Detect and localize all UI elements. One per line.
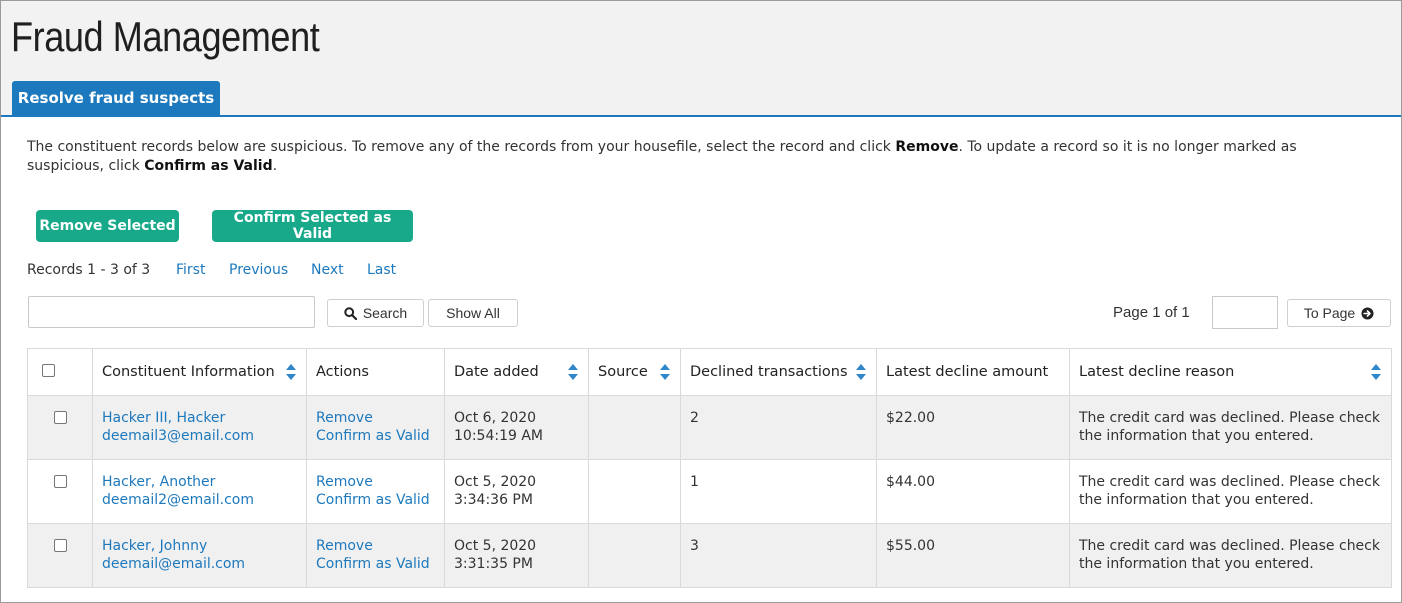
confirm-valid-link[interactable]: Confirm as Valid — [316, 555, 435, 573]
header-constituent[interactable]: Constituent Information — [92, 348, 307, 396]
page-title: Fraud Management — [11, 13, 320, 60]
pager-last-link[interactable]: Last — [367, 262, 396, 278]
app-frame: Fraud Management Resolve fraud suspects … — [0, 0, 1402, 603]
confirm-valid-link[interactable]: Confirm as Valid — [316, 491, 435, 509]
to-page-button[interactable]: To Page — [1287, 299, 1391, 327]
header-date-added[interactable]: Date added — [444, 348, 589, 396]
constituent-cell: Hacker, Another deemail2@email.com — [92, 459, 307, 524]
actions-cell: Remove Confirm as Valid — [306, 395, 445, 460]
search-input[interactable] — [28, 296, 315, 328]
row-checkbox[interactable] — [54, 539, 67, 552]
row-select-cell — [27, 459, 93, 524]
fraud-suspects-table: Constituent Information Actions Date add… — [27, 348, 1392, 588]
date-text: Oct 5, 2020 — [454, 538, 537, 554]
header-declined-transactions[interactable]: Declined transactions — [680, 348, 877, 396]
intro-text: The constituent records below are suspic… — [27, 138, 1377, 176]
constituent-email-link[interactable]: deemail3@email.com — [102, 427, 297, 445]
decline-amount-cell: $44.00 — [876, 459, 1070, 524]
source-cell — [588, 459, 681, 524]
constituent-email-link[interactable]: deemail@email.com — [102, 555, 297, 573]
date-added-cell: Oct 5, 2020 3:31:35 PM — [444, 523, 589, 588]
sort-icon — [1371, 364, 1381, 380]
constituent-cell: Hacker III, Hacker deemail3@email.com — [92, 395, 307, 460]
pager-first-link[interactable]: First — [176, 262, 205, 278]
date-added-cell: Oct 6, 2020 10:54:19 AM — [444, 395, 589, 460]
remove-link[interactable]: Remove — [316, 537, 435, 555]
decline-amount-cell: $22.00 — [876, 395, 1070, 460]
remove-link[interactable]: Remove — [316, 409, 435, 427]
remove-link[interactable]: Remove — [316, 473, 435, 491]
time-text: 3:31:35 PM — [454, 556, 533, 572]
row-checkbox[interactable] — [54, 411, 67, 424]
header-declined-label: Declined transactions — [690, 364, 848, 380]
header-actions: Actions — [306, 348, 445, 396]
source-cell — [588, 395, 681, 460]
header-constituent-label: Constituent Information — [102, 364, 275, 380]
remove-selected-button[interactable]: Remove Selected — [36, 210, 179, 242]
search-button-label: Search — [362, 305, 408, 321]
table-row: Hacker, Johnny deemail@email.com Remove Co… — [27, 523, 1392, 588]
constituent-name-link[interactable]: Hacker, Another — [102, 473, 297, 491]
confirm-valid-link[interactable]: Confirm as Valid — [316, 427, 435, 445]
confirm-selected-valid-button[interactable]: Confirm Selected as Valid — [212, 210, 413, 242]
pager-previous-link[interactable]: Previous — [229, 262, 288, 278]
intro-bold-confirm: Confirm as Valid — [144, 158, 273, 174]
constituent-name-link[interactable]: Hacker III, Hacker — [102, 409, 297, 427]
show-all-label: Show All — [446, 305, 500, 321]
actions-cell: Remove Confirm as Valid — [306, 523, 445, 588]
declined-transactions-cell: 3 — [680, 523, 877, 588]
arrow-circle-right-icon — [1361, 307, 1374, 319]
table-row: Hacker III, Hacker deemail3@email.com Rem… — [27, 395, 1392, 460]
header-actions-label: Actions — [316, 364, 369, 380]
search-icon — [344, 306, 357, 320]
row-checkbox[interactable] — [54, 475, 67, 488]
table-header-row: Constituent Information Actions Date add… — [27, 348, 1392, 396]
date-text: Oct 5, 2020 — [454, 474, 537, 490]
source-cell — [588, 523, 681, 588]
decline-reason-cell: The credit card was declined. Please che… — [1069, 523, 1392, 588]
row-select-cell — [27, 523, 93, 588]
date-added-cell: Oct 5, 2020 3:34:36 PM — [444, 459, 589, 524]
sort-icon — [856, 364, 866, 380]
constituent-email-link[interactable]: deemail2@email.com — [102, 491, 297, 509]
header-latest-decline-reason[interactable]: Latest decline reason — [1069, 348, 1392, 396]
decline-reason-cell: The credit card was declined. Please che… — [1069, 395, 1392, 460]
declined-transactions-cell: 2 — [680, 395, 877, 460]
header-reason-label: Latest decline reason — [1079, 364, 1235, 380]
select-all-checkbox[interactable] — [42, 363, 55, 377]
decline-reason-cell: The credit card was declined. Please che… — [1069, 459, 1392, 524]
declined-transactions-cell: 1 — [680, 459, 877, 524]
sort-icon — [286, 364, 296, 380]
page-indicator: Page 1 of 1 — [1113, 304, 1190, 321]
header-latest-decline-amount: Latest decline amount — [876, 348, 1070, 396]
actions-cell: Remove Confirm as Valid — [306, 459, 445, 524]
date-text: Oct 6, 2020 — [454, 410, 537, 426]
table-row: Hacker, Another deemail2@email.com Remove… — [27, 459, 1392, 524]
intro-part3: . — [272, 158, 278, 174]
header-date-label: Date added — [454, 364, 539, 380]
page-number-input[interactable] — [1212, 296, 1278, 329]
page-header: Fraud Management Resolve fraud suspects — [1, 1, 1401, 117]
constituent-cell: Hacker, Johnny deemail@email.com — [92, 523, 307, 588]
intro-part1: The constituent records below are suspic… — [27, 139, 896, 155]
header-amount-label: Latest decline amount — [886, 364, 1049, 380]
row-select-cell — [27, 395, 93, 460]
sort-icon — [568, 364, 578, 380]
time-text: 3:34:36 PM — [454, 492, 533, 508]
pager-next-link[interactable]: Next — [311, 262, 344, 278]
show-all-button[interactable]: Show All — [428, 299, 518, 327]
constituent-name-link[interactable]: Hacker, Johnny — [102, 537, 297, 555]
header-source-label: Source — [598, 364, 648, 380]
intro-bold-remove: Remove — [895, 139, 959, 155]
decline-amount-cell: $55.00 — [876, 523, 1070, 588]
tab-resolve-fraud-suspects[interactable]: Resolve fraud suspects — [12, 81, 220, 115]
time-text: 10:54:19 AM — [454, 428, 543, 444]
sort-icon — [660, 364, 670, 380]
to-page-label: To Page — [1303, 305, 1356, 321]
search-button[interactable]: Search — [327, 299, 424, 327]
header-select-all — [27, 348, 93, 396]
records-count: Records 1 - 3 of 3 — [27, 262, 151, 278]
header-source[interactable]: Source — [588, 348, 681, 396]
